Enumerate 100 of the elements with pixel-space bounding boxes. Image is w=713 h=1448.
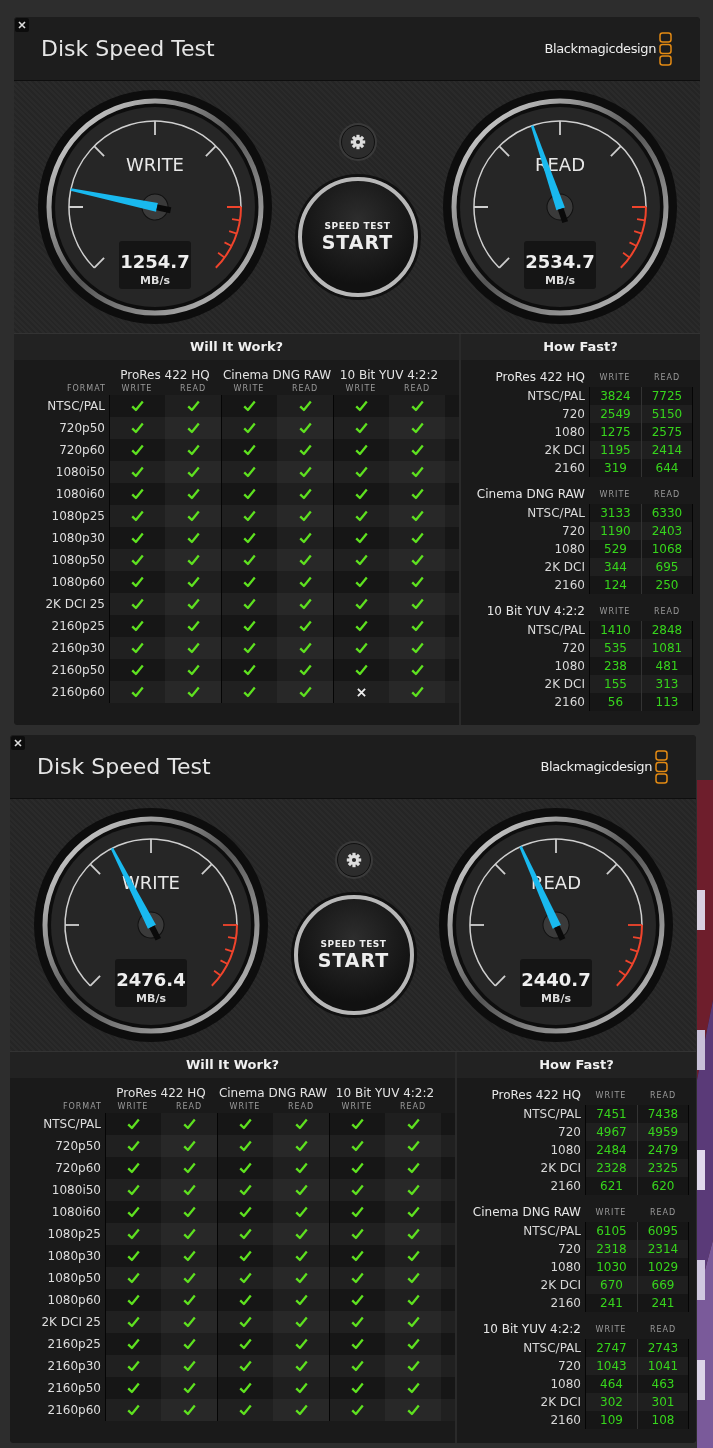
write-speed: 4967 xyxy=(585,1123,637,1141)
format-label: 2160p60 xyxy=(10,1399,105,1421)
column-heading: READ xyxy=(402,384,432,393)
read-speed: 669 xyxy=(637,1276,689,1294)
gauge-unit: MB/s xyxy=(545,274,575,287)
gauge-reading: 1254.7 xyxy=(120,251,190,272)
column-heading: READ xyxy=(648,1090,678,1100)
gauge-unit: MB/s xyxy=(140,274,170,287)
column-heading: WRITE xyxy=(340,1102,374,1111)
write-speed: 241 xyxy=(585,1294,637,1312)
format-label: 2160 xyxy=(549,1295,582,1312)
write-speed: 3133 xyxy=(589,504,641,522)
format-label: 720 xyxy=(561,523,586,540)
format-label: 1080i60 xyxy=(14,483,109,505)
codec-heading: ProRes 422 HQ xyxy=(115,1086,207,1100)
read-speed: 7725 xyxy=(641,387,693,405)
window-title: Disk Speed Test xyxy=(37,754,211,779)
column-heading: WRITE xyxy=(232,384,266,393)
read-speed: 113 xyxy=(641,693,693,711)
format-label: 2160p50 xyxy=(14,659,109,681)
gear-icon xyxy=(345,852,362,868)
format-label: 1080p25 xyxy=(10,1223,105,1245)
write-speed: 56 xyxy=(589,693,641,711)
write-speed: 464 xyxy=(585,1375,637,1393)
write-speed: 621 xyxy=(585,1177,637,1195)
settings-button[interactable] xyxy=(336,843,371,877)
read-speed: 1081 xyxy=(641,639,693,657)
format-label: 720p50 xyxy=(14,417,109,439)
format-label: 1080p60 xyxy=(10,1289,105,1311)
write-speed: 2747 xyxy=(585,1339,637,1357)
read-speed: 1029 xyxy=(637,1258,689,1276)
read-speed: 241 xyxy=(637,1294,689,1312)
codec-heading: Cinema DNG RAW xyxy=(217,1086,329,1100)
read-speed: 313 xyxy=(641,675,693,693)
format-label: 2160p60 xyxy=(14,681,109,703)
format-label: 2160 xyxy=(553,577,586,594)
brand-logo-text: Blackmagicdesign xyxy=(540,759,652,774)
start-button[interactable]: SPEED TEST START xyxy=(297,177,418,297)
format-label: 720p50 xyxy=(10,1135,105,1157)
format-label: 1080p25 xyxy=(14,505,109,527)
read-speed: 2848 xyxy=(641,621,693,639)
column-heading: WRITE xyxy=(598,372,632,382)
write-speed: 7451 xyxy=(585,1105,637,1123)
read-speed: 2325 xyxy=(637,1159,689,1177)
codec-heading: 10 Bit YUV 4:2:2 xyxy=(485,604,586,618)
read-speed: 2414 xyxy=(641,441,693,459)
write-speed: 1275 xyxy=(589,423,641,441)
format-label: 1080 xyxy=(549,1142,582,1159)
limit-zone-scale xyxy=(210,924,238,987)
read-speed: 695 xyxy=(641,558,693,576)
format-label: 2K DCI xyxy=(543,559,586,576)
write-speed: 1030 xyxy=(585,1258,637,1276)
format-label: 2160 xyxy=(549,1178,582,1195)
read-speed: 6330 xyxy=(641,504,693,522)
read-speed: 6095 xyxy=(637,1222,689,1240)
codec-heading: Cinema DNG RAW xyxy=(475,487,586,501)
settings-button[interactable] xyxy=(340,125,375,159)
write-speed: 2484 xyxy=(585,1141,637,1159)
format-label: 2K DCI xyxy=(543,676,586,693)
format-label: 1080p30 xyxy=(14,527,109,549)
format-label: 1080i60 xyxy=(10,1201,105,1223)
format-label: NTSC/PAL xyxy=(526,505,586,522)
write-speed: 238 xyxy=(589,657,641,675)
close-icon[interactable] xyxy=(15,18,29,32)
start-button[interactable]: SPEED TEST START xyxy=(293,895,414,1015)
format-label: 2160p50 xyxy=(10,1377,105,1399)
format-label: 2160 xyxy=(549,1412,582,1429)
write-speed: 155 xyxy=(589,675,641,693)
format-label: 1080i50 xyxy=(10,1179,105,1201)
codec-heading: ProRes 422 HQ xyxy=(119,368,211,382)
read-speed: 108 xyxy=(637,1411,689,1429)
close-icon[interactable] xyxy=(11,736,25,750)
format-label: 1080p60 xyxy=(14,571,109,593)
read-speed: 644 xyxy=(641,459,693,477)
limit-zone-scale xyxy=(619,206,647,269)
format-label: NTSC/PAL xyxy=(10,1113,105,1135)
codec-heading: Cinema DNG RAW xyxy=(221,368,333,382)
format-label: 720p60 xyxy=(10,1157,105,1179)
codec-heading: Cinema DNG RAW xyxy=(471,1205,582,1219)
stacked-squares-icon xyxy=(655,749,668,784)
format-label: 1080 xyxy=(553,658,586,675)
read-speed: 301 xyxy=(637,1393,689,1411)
format-label: 2K DCI xyxy=(539,1160,582,1177)
write-speed: 302 xyxy=(585,1393,637,1411)
format-label: 2160p30 xyxy=(10,1355,105,1377)
column-heading: READ xyxy=(174,1102,204,1111)
format-label: NTSC/PAL xyxy=(14,395,109,417)
write-speed: 1195 xyxy=(589,441,641,459)
format-label: 1080 xyxy=(553,424,586,441)
read-speed: 2479 xyxy=(637,1141,689,1159)
format-label: 2160 xyxy=(553,460,586,477)
format-label: NTSC/PAL xyxy=(522,1223,582,1240)
format-label: 1080 xyxy=(553,541,586,558)
column-heading: READ xyxy=(178,384,208,393)
column-heading: READ xyxy=(652,372,682,382)
write-speed: 2328 xyxy=(585,1159,637,1177)
format-label: 2160p25 xyxy=(10,1333,105,1355)
write-speed: 1190 xyxy=(589,522,641,540)
format-label: 2160 xyxy=(553,694,586,711)
column-heading: READ xyxy=(398,1102,428,1111)
